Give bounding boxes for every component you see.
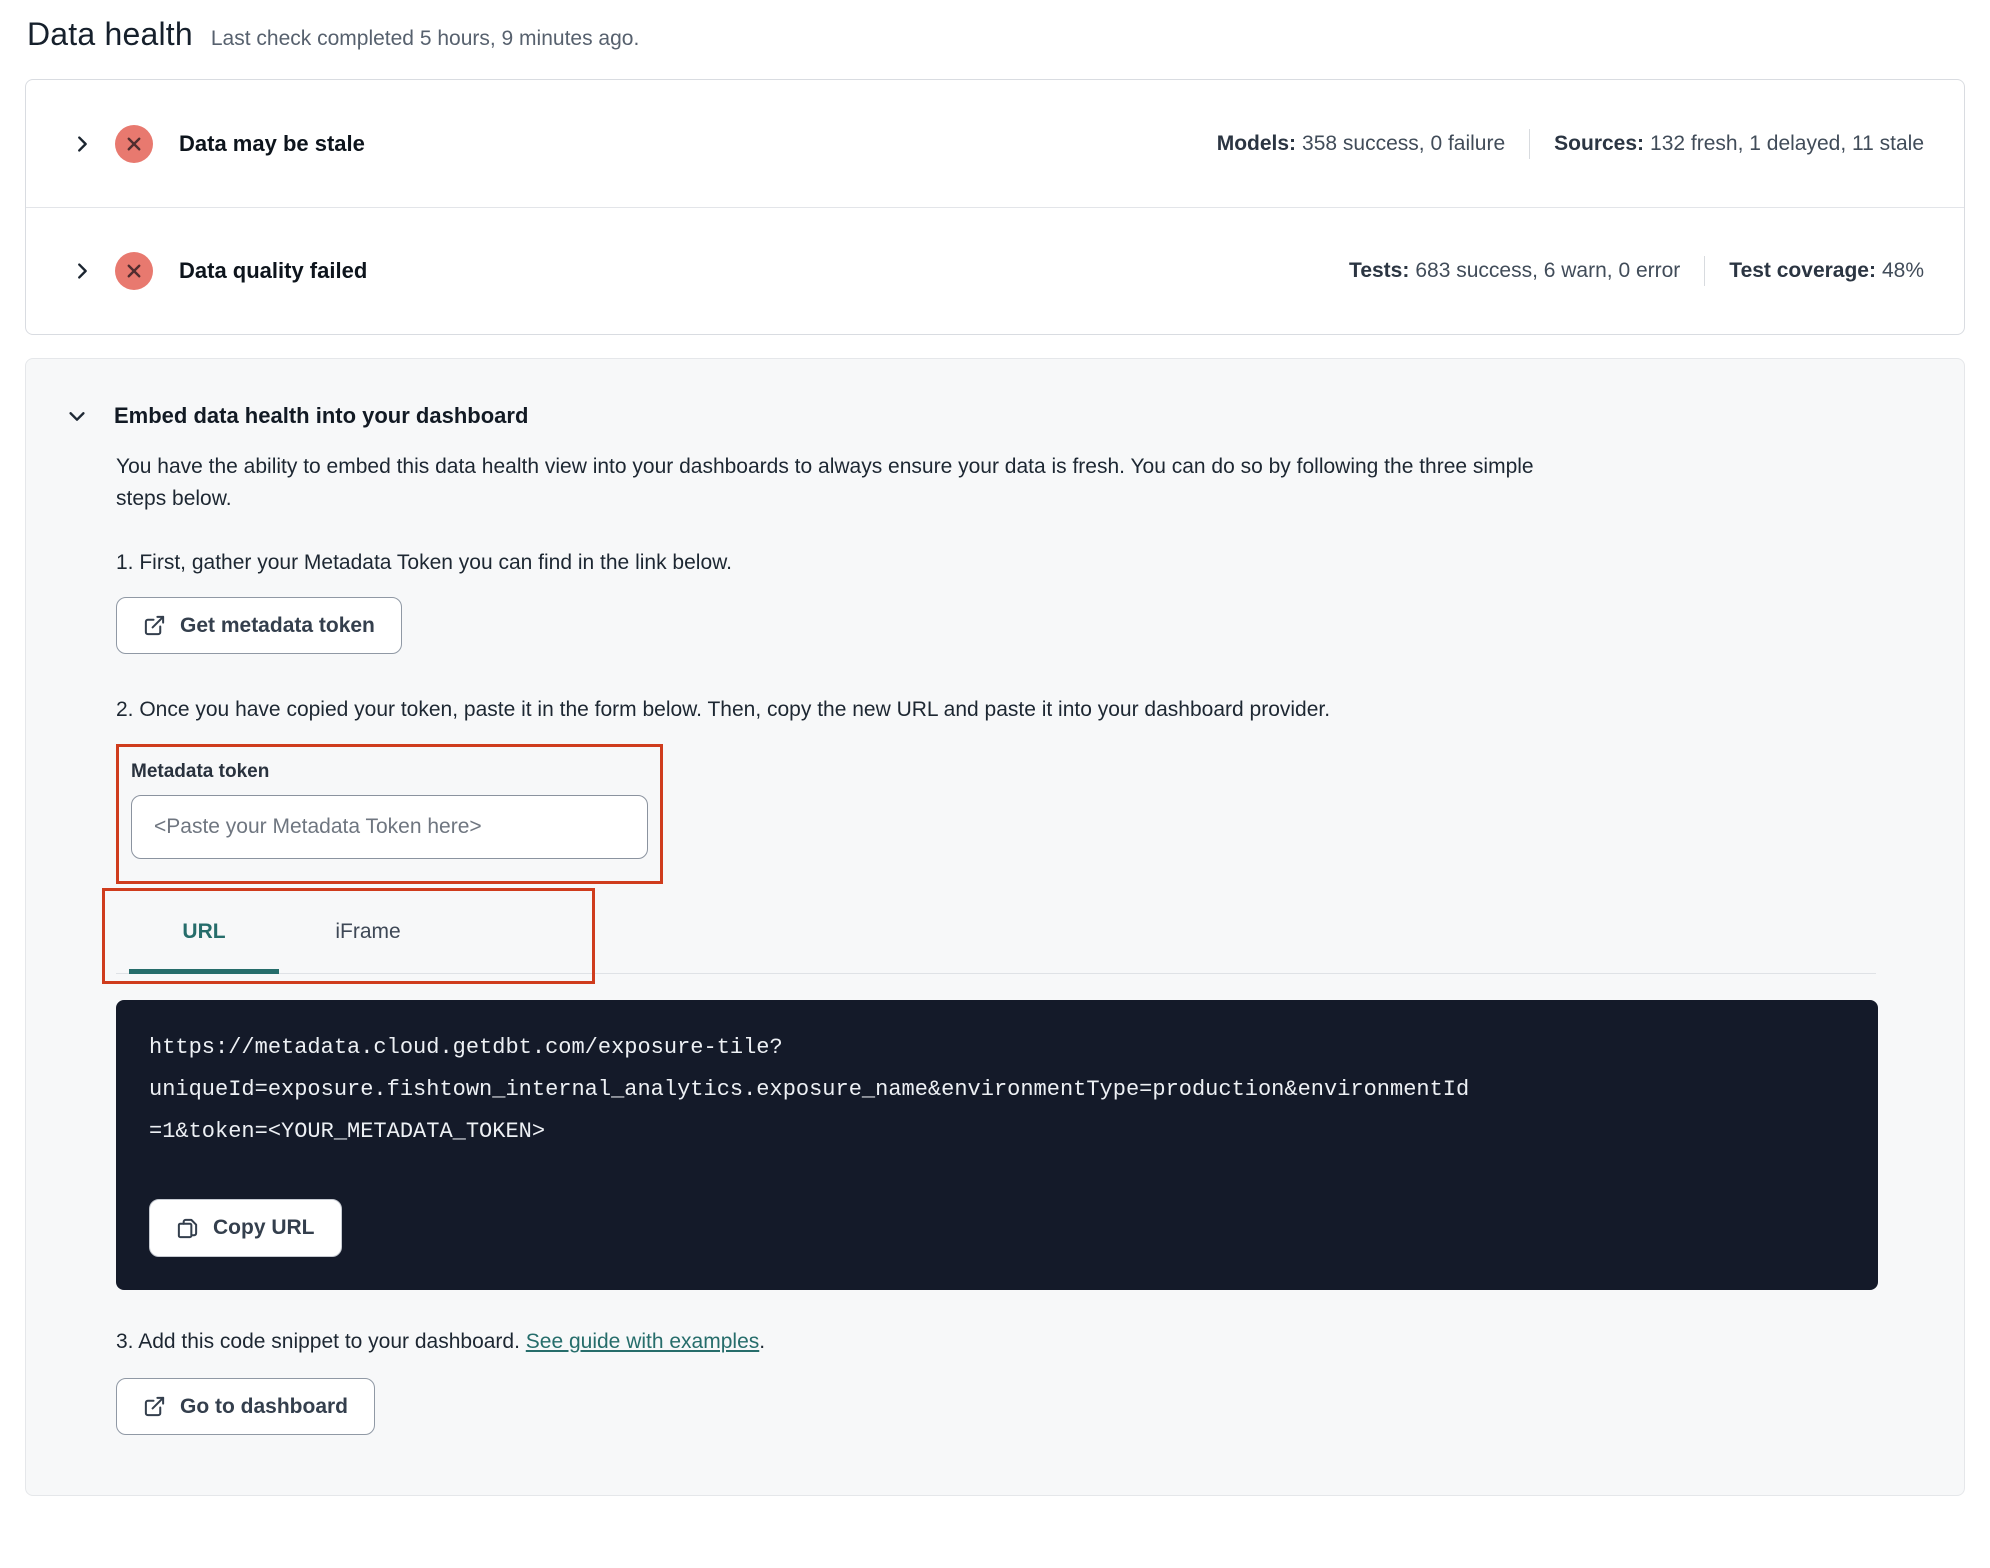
models-stat-value: 358 success, 0 failure — [1302, 131, 1506, 155]
test-coverage-stat-value: 48% — [1881, 259, 1924, 282]
code-line: =1&token=<YOUR_METADATA_TOKEN> — [149, 1119, 546, 1144]
go-to-dashboard-button[interactable]: Go to dashboard — [116, 1378, 375, 1435]
page-header: Data health Last check completed 5 hours… — [25, 16, 1965, 53]
tests-stat: Tests: 683 success, 6 warn, 0 error — [1349, 259, 1680, 283]
metadata-token-input[interactable] — [131, 795, 648, 859]
embed-section-header[interactable]: Embed data health into your dashboard — [66, 403, 1920, 429]
models-stat: Models: 358 success, 0 failure — [1217, 132, 1505, 156]
step-3-suffix: . — [759, 1330, 766, 1353]
embed-section-card: Embed data health into your dashboard Yo… — [25, 358, 1965, 1496]
tests-stat-label: Tests: — [1349, 259, 1410, 282]
external-link-icon — [144, 1396, 165, 1417]
status-row-quality[interactable]: Data quality failed Tests: 683 success, 6… — [26, 207, 1964, 334]
get-metadata-token-button[interactable]: Get metadata token — [116, 597, 402, 654]
test-coverage-stat-label: Test coverage: — [1729, 259, 1876, 282]
chevron-right-icon[interactable] — [71, 133, 93, 155]
error-status-icon — [115, 124, 153, 163]
step-3-prefix: 3. Add this code snippet to your dashboa… — [116, 1330, 526, 1353]
data-health-status-card: Data may be stale Models: 358 success, 0 … — [25, 79, 1965, 335]
embed-url-code-block: https://metadata.cloud.getdbt.com/exposu… — [116, 1000, 1878, 1290]
page-title: Data health — [27, 16, 193, 52]
sources-stat-value: 132 fresh, 1 delayed, 11 stale — [1650, 131, 1924, 155]
stat-divider — [1704, 256, 1706, 286]
embed-section-title: Embed data health into your dashboard — [114, 403, 529, 428]
metadata-token-label: Metadata token — [131, 761, 270, 782]
code-line: https://metadata.cloud.getdbt.com/exposu… — [149, 1035, 783, 1060]
embed-description: You have the ability to embed this data … — [116, 455, 1534, 510]
chevron-down-icon[interactable] — [66, 405, 88, 427]
external-link-icon — [144, 615, 165, 636]
sources-stat-label: Sources: — [1554, 131, 1645, 155]
tests-stat-value: 683 success, 6 warn, 0 error — [1415, 259, 1681, 282]
copy-url-button[interactable]: Copy URL — [149, 1199, 342, 1257]
copy-url-label: Copy URL — [213, 1216, 315, 1239]
status-row-stale[interactable]: Data may be stale Models: 358 success, 0 … — [26, 80, 1964, 207]
error-status-icon — [115, 252, 153, 290]
sources-stat: Sources: 132 fresh, 1 delayed, 11 stale — [1554, 132, 1924, 156]
tab-iframe[interactable]: iFrame — [279, 895, 457, 974]
step-2-text: 2. Once you have copied your token, past… — [116, 698, 1331, 721]
step-3-text: 3. Add this code snippet to your dashboa… — [116, 1330, 1920, 1354]
chevron-right-icon[interactable] — [71, 260, 93, 282]
status-row-label: Data quality failed — [179, 258, 368, 283]
models-stat-label: Models: — [1216, 131, 1297, 155]
embed-format-tabs: URL iFrame — [102, 888, 1920, 984]
tab-url[interactable]: URL — [129, 895, 279, 974]
status-row-label: Data may be stale — [179, 130, 365, 156]
get-metadata-token-label: Get metadata token — [180, 613, 375, 637]
last-check-status: Last check completed 5 hours, 9 minutes … — [210, 27, 640, 50]
code-line: uniqueId=exposure.fishtown_internal_anal… — [149, 1077, 1470, 1102]
annotation-box-token-field: Metadata token — [116, 744, 663, 884]
copy-icon — [177, 1218, 198, 1238]
step-1-text: 1. First, gather your Metadata Token you… — [116, 551, 732, 574]
stat-divider — [1529, 128, 1531, 159]
test-coverage-stat: Test coverage: 48% — [1729, 259, 1924, 283]
go-to-dashboard-label: Go to dashboard — [180, 1394, 348, 1418]
see-guide-link[interactable]: See guide with examples — [526, 1330, 759, 1353]
